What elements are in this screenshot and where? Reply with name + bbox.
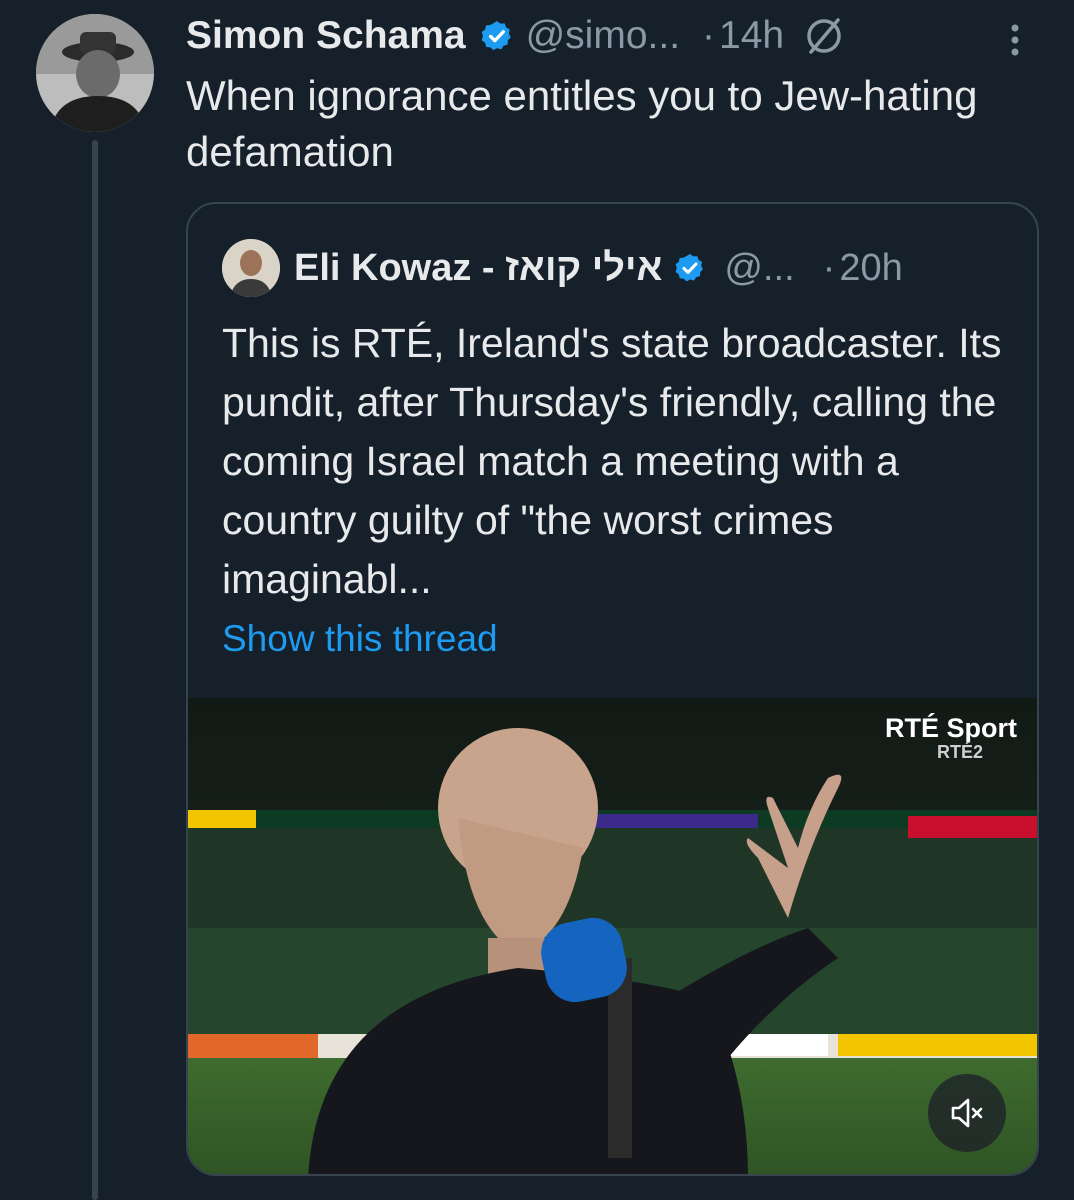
- quoted-author-handle[interactable]: @...: [724, 247, 794, 290]
- rte-sport-logo: RTÉ Sport RTÉ2: [885, 713, 1017, 764]
- no-entry-icon: [804, 16, 844, 56]
- timestamp[interactable]: 14h: [719, 14, 784, 58]
- tweet-header: Simon Schama @simo... · 14h: [186, 10, 844, 62]
- channel-logo-text: RTÉ2: [936, 742, 983, 762]
- author-handle[interactable]: @simo...: [526, 14, 680, 58]
- avatar[interactable]: [36, 14, 154, 132]
- quoted-avatar: [222, 239, 280, 297]
- speaker-muted-icon: [951, 1098, 983, 1128]
- separator-dot: ·: [702, 14, 716, 57]
- quoted-tweet-text: This is RTÉ, Ireland's state broadcaster…: [222, 320, 1002, 602]
- avatar-photo: [36, 14, 154, 132]
- verified-badge-icon: [480, 19, 514, 53]
- thread-connector-line: [92, 140, 98, 1200]
- show-thread-link[interactable]: Show this thread: [222, 618, 498, 660]
- separator-dot: ·: [822, 246, 836, 289]
- more-options-icon[interactable]: [1004, 20, 1026, 60]
- author-name[interactable]: Simon Schama: [186, 14, 466, 58]
- quoted-timestamp[interactable]: 20h: [839, 247, 902, 290]
- video-frame: [188, 698, 1037, 1174]
- broadcaster-logo-text: RTÉ Sport: [885, 713, 1017, 743]
- quoted-tweet-header: Eli Kowaz - אילי קואז @... · 20h: [222, 238, 903, 298]
- tweet-text: When ignorance entitles you to Jew-hatin…: [186, 72, 978, 175]
- quoted-tweet-card[interactable]: Eli Kowaz - אילי קואז @... · 20h This is…: [186, 202, 1039, 1176]
- mute-button[interactable]: [928, 1074, 1006, 1152]
- verified-badge-icon: [674, 252, 706, 284]
- video-player[interactable]: RTÉ Sport RTÉ2: [188, 698, 1037, 1174]
- quoted-author-name[interactable]: Eli Kowaz - אילי קואז: [294, 247, 662, 290]
